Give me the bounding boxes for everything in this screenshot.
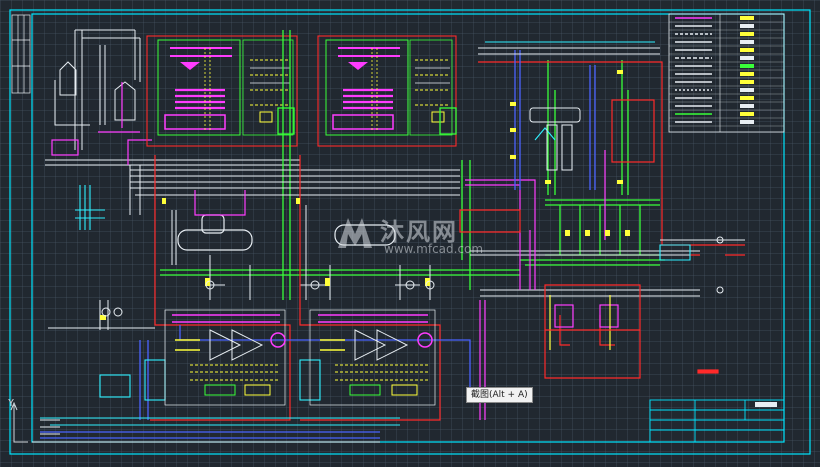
watermark-url: www.mfcad.com	[384, 242, 484, 256]
boiler-unit-1	[146, 35, 298, 147]
pump-station-1	[164, 309, 286, 406]
pump-station-2	[309, 309, 436, 406]
watermark: 沐风网 www.mfcad.com	[332, 210, 492, 262]
piping-magenta-left	[51, 82, 152, 165]
title-block	[649, 399, 785, 443]
ucs-y-label: Y	[8, 398, 15, 409]
screenshot-tooltip: 截图(Alt + A)	[466, 387, 533, 403]
mfcad-logo-icon	[338, 218, 372, 248]
bottom-left-flanges	[32, 419, 380, 443]
revision-strip	[11, 14, 31, 94]
legend-table	[668, 13, 785, 133]
boiler-unit-2	[317, 35, 457, 147]
ucs-label-container: Y	[6, 398, 36, 444]
pump-group-right	[545, 295, 640, 350]
